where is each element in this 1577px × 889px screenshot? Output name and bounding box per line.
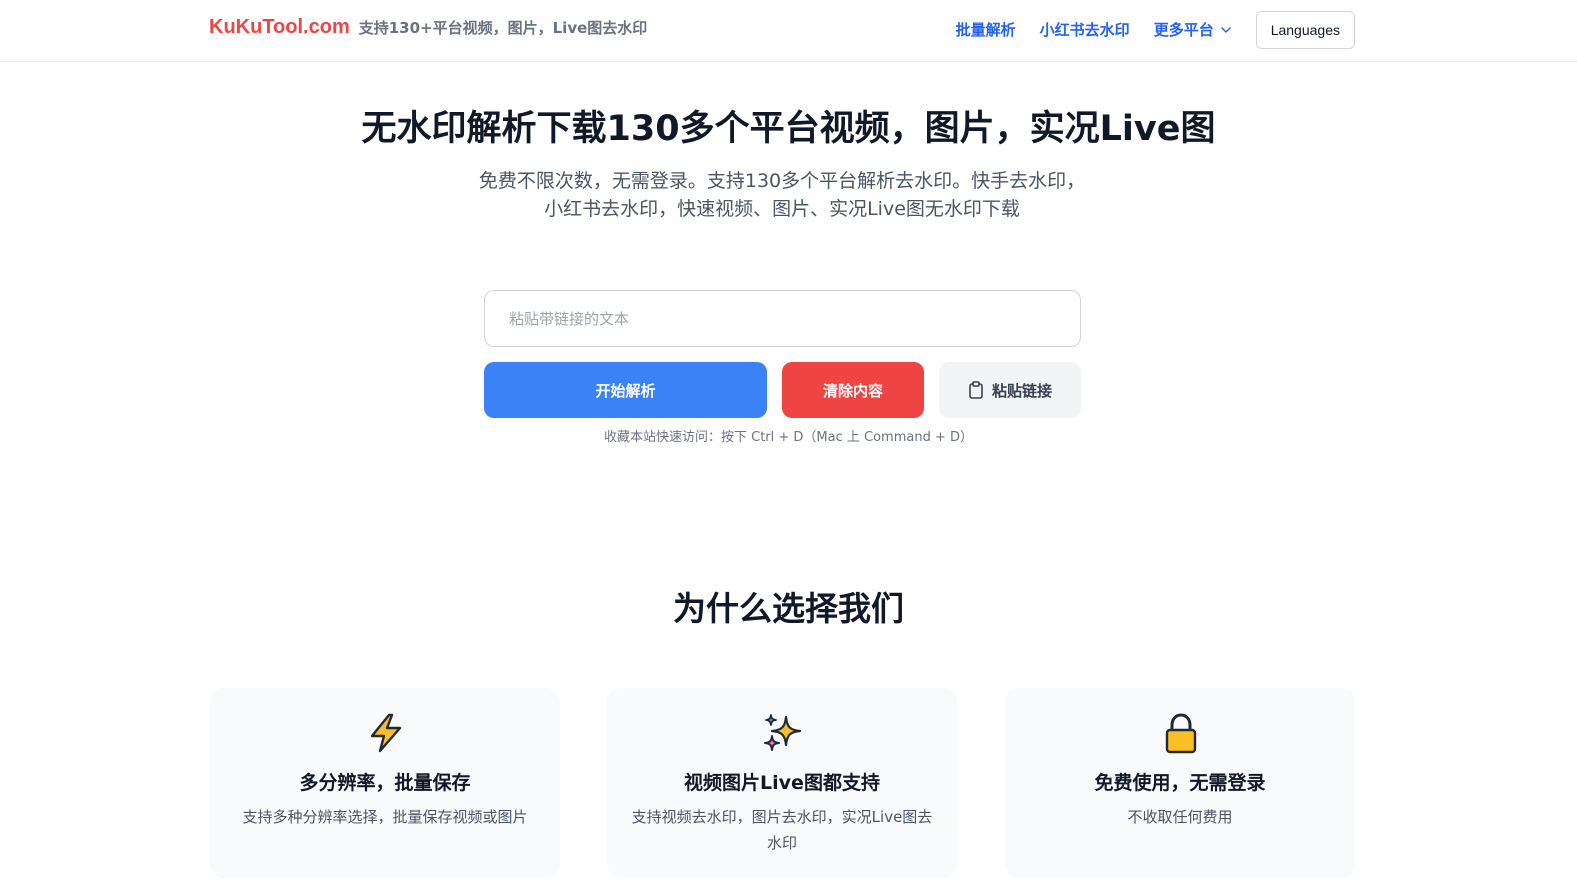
feature-card-desc: 支持视频去水印，图片去水印，实况Live图去水印 [631,808,933,852]
languages-button[interactable]: Languages [1255,11,1355,49]
nav-link-batch-parse[interactable]: 批量解析 [956,11,1016,49]
nav-link-label: 更多平台 [1153,21,1214,39]
clear-content-button[interactable]: 清除内容 [782,362,924,418]
nav-dropdown-more-platforms[interactable]: 更多平台 [1154,11,1232,49]
feature-card-title: 多分辨率，批量保存 [299,772,471,794]
feature-card-desc: 不收取任何费用 [1127,808,1233,826]
feature-card-media-types: 视频图片Live图都支持 支持视频去水印，图片去水印，实况Live图去水印 [607,688,957,878]
nav-link-xiaohongshu[interactable]: 小红书去水印 [1040,11,1130,49]
top-header: KuKuTool.com 支持130+平台视频，图片，Live图去水印 批量解析… [0,0,1577,62]
main-nav: 批量解析 小红书去水印 更多平台 Languages [956,11,1355,49]
feature-card-title: 免费使用，无需登录 [1094,772,1266,794]
sparkles-icon [764,714,802,751]
start-parse-label: 开始解析 [595,381,656,400]
hero-title: 无水印解析下载130多个平台视频，图片，实况Live图 [361,109,1216,149]
clipboard-icon [969,381,983,399]
chevron-down-icon [1220,27,1231,33]
nav-link-label: 批量解析 [955,21,1016,39]
nav-link-label: 小红书去水印 [1039,21,1130,39]
paste-link-label: 粘贴链接 [991,381,1052,400]
bookmark-hint: 收藏本站快速访问：按下 Ctrl + D（Mac 上 Command + D） [603,430,973,445]
link-text-input[interactable] [484,290,1081,347]
feature-card-free: 免费使用，无需登录 不收取任何费用 [1005,688,1355,878]
feature-card-resolution: 多分辨率，批量保存 支持多种分辨率选择，批量保存视频或图片 [210,688,560,878]
why-choose-us-title: 为什么选择我们 [673,589,904,628]
start-parse-button[interactable]: 开始解析 [484,362,767,418]
clear-content-label: 清除内容 [822,381,883,400]
hero-subtitle: 免费不限次数，无需登录。支持130多个平台解析去水印。快手去水印，小红书去水印，… [478,170,1086,220]
paste-link-button[interactable]: 粘贴链接 [939,362,1081,418]
feature-card-title: 视频图片Live图都支持 [684,772,880,794]
feature-card-desc: 支持多种分辨率选择，批量保存视频或图片 [242,808,528,826]
brand-tagline: 支持130+平台视频，图片，Live图去水印 [358,19,648,37]
brand: KuKuTool.com 支持130+平台视频，图片，Live图去水印 [209,16,647,39]
brand-logo-link[interactable]: KuKuTool.com [209,16,350,39]
lightning-icon [370,713,402,753]
page: KuKuTool.com 支持130+平台视频，图片，Live图去水印 批量解析… [0,0,1577,889]
lock-icon [1165,713,1197,754]
